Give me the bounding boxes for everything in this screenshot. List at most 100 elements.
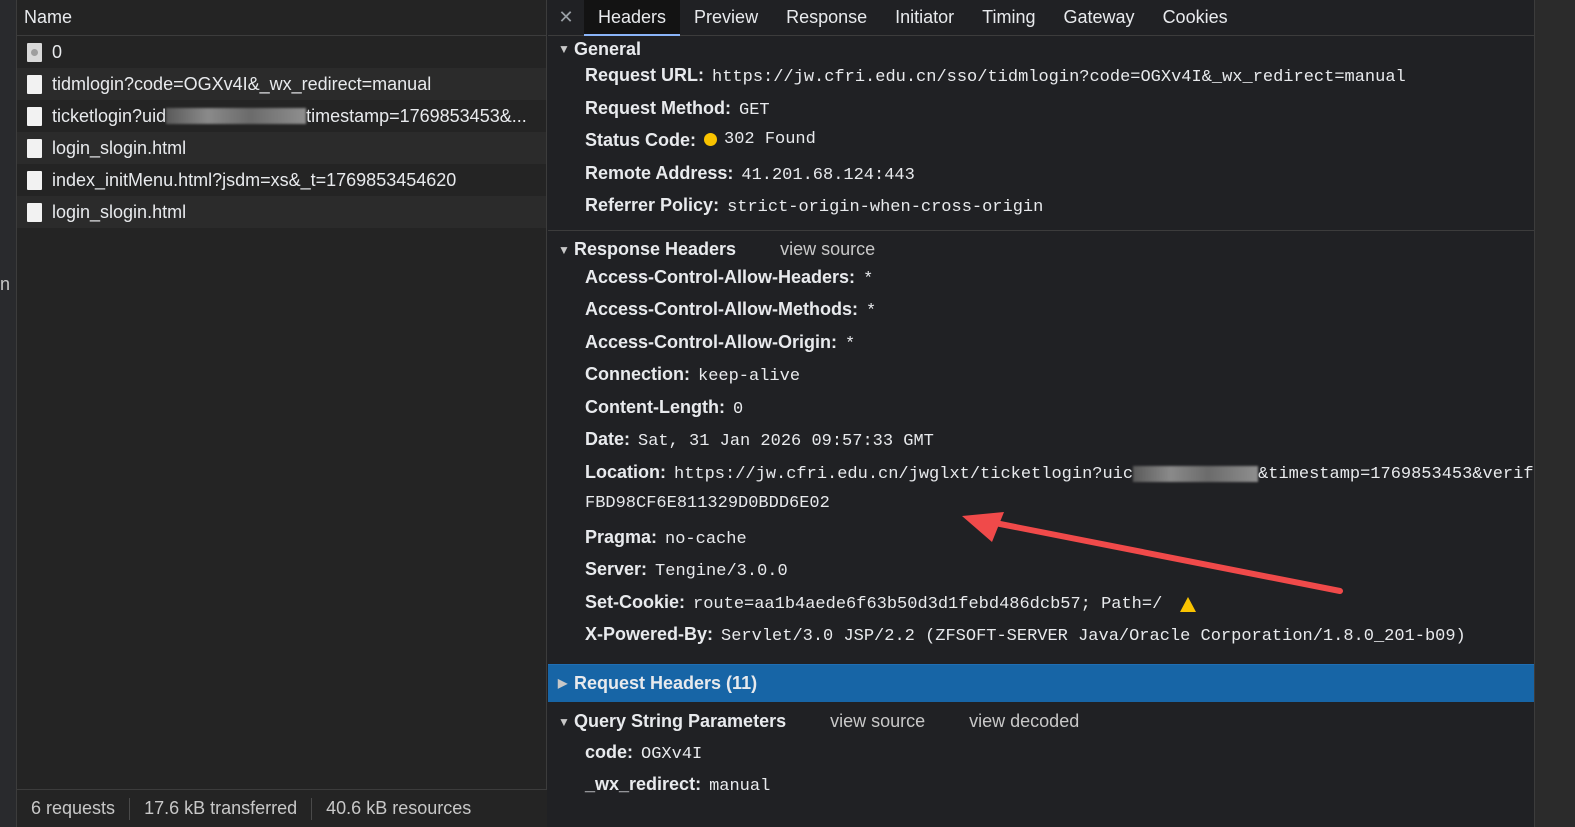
general-section-header[interactable]: ▼ General [548, 38, 1534, 60]
section-title: Request Headers (11) [574, 672, 758, 693]
header-value: strict-origin-when-cross-origin [727, 198, 1044, 217]
header-key: Remote Address: [585, 162, 734, 183]
document-file-icon [27, 106, 42, 126]
edge-char: n [0, 274, 11, 294]
resources-size: 40.6 kB resources [326, 798, 472, 818]
response-header-row: Access-Control-Allow-Methods: * [548, 299, 1534, 332]
right-scroll-strip [1534, 0, 1575, 827]
section-divider [548, 229, 1534, 231]
header-value: https://jw.cfri.edu.cn/sso/tidmlogin?cod… [712, 68, 1406, 87]
response-header-row: Date: Sat, 31 Jan 2026 09:57:33 GMT [548, 429, 1534, 462]
header-key: X-Powered-By: [585, 624, 714, 644]
response-header-row: Access-Control-Allow-Headers: * [548, 267, 1534, 300]
header-key: Connection: [585, 364, 690, 384]
location-header-row: Location: https://jw.cfri.edu.cn/jwglxt/… [548, 462, 1534, 495]
response-header-row: Set-Cookie: route=aa1b4aede6f63b50d3d1fe… [548, 592, 1534, 625]
response-header-row: Server: Tengine/3.0.0 [548, 559, 1534, 592]
view-source-link[interactable]: view source [830, 711, 925, 732]
request-name: tidmlogin?code=OGXv4I&_wx_redirect=manua… [52, 73, 432, 94]
left-edge-strip: n [0, 0, 17, 827]
triangle-down-icon: ▼ [558, 714, 570, 729]
header-key: Content-Length: [585, 396, 725, 417]
header-key: Request Method: [585, 97, 731, 118]
details-tab-bar: ✕ Headers Preview Response Initiator Tim… [548, 0, 1534, 36]
redacted-region [166, 108, 307, 124]
request-url-row: Request URL: https://jw.cfri.edu.cn/sso/… [548, 65, 1534, 98]
header-value: route=aa1b4aede6f63b50d3d1febd486dcb57; … [693, 595, 1197, 614]
header-value: 41.201.68.124:443 [741, 165, 915, 185]
request-list-panel: Name 0 tidmlogin?code=OGXv4I&_wx_redirec… [17, 0, 547, 827]
header-value: * [863, 269, 874, 289]
response-header-row: Connection: keep-alive [548, 364, 1534, 397]
request-row[interactable]: index_initMenu.html?jsdm=xs&_t=176985345… [17, 164, 546, 196]
response-header-row: Content-Length: 0 [548, 397, 1534, 430]
name-column-header[interactable]: Name [17, 0, 546, 36]
header-value: Servlet/3.0 JSP/2.2 (ZFSOFT-SERVER Java/… [721, 627, 1466, 646]
tab-initiator[interactable]: Initiator [881, 0, 968, 36]
request-row[interactable]: tidmlogin?code=OGXv4I&_wx_redirect=manua… [17, 68, 546, 100]
header-value: GET [739, 100, 770, 120]
header-key: Location: [585, 461, 666, 482]
header-key: Pragma: [585, 526, 658, 547]
header-value-continuation: FBD98CF6E811329D0BDD6E02 [585, 494, 830, 513]
request-row[interactable]: 0 [17, 36, 546, 68]
section-title: General [574, 38, 642, 59]
header-key: Access-Control-Allow-Origin: [585, 331, 838, 352]
header-key: Referrer Policy: [585, 195, 720, 215]
header-value: 302 Found [704, 130, 816, 149]
response-header-row: X-Powered-By: Servlet/3.0 JSP/2.2 (ZFSOF… [548, 624, 1534, 657]
header-value: 0 [732, 399, 744, 419]
header-value: * [845, 334, 856, 354]
response-header-row: Access-Control-Allow-Origin: * [548, 332, 1534, 365]
tab-cookies[interactable]: Cookies [1149, 0, 1242, 36]
tab-timing[interactable]: Timing [968, 0, 1049, 36]
header-value: https://jw.cfri.edu.cn/jwglxt/ticketlogi… [674, 465, 1534, 484]
header-value: no-cache [665, 529, 747, 549]
query-string-section: ▼ Query String Parameters view source vi… [548, 702, 1534, 807]
param-key: code: [585, 741, 634, 762]
header-key: Set-Cookie: [585, 591, 686, 612]
response-header-row: Pragma: no-cache [548, 527, 1534, 560]
request-method-row: Request Method: GET [548, 98, 1534, 131]
header-key: Request URL: [585, 65, 705, 85]
request-name: ticketlogin?uid timestamp=1769853453&... [52, 106, 527, 127]
header-value: Tengine/3.0.0 [655, 562, 788, 581]
section-title: Query String Parameters [574, 711, 787, 731]
request-details-panel: ✕ Headers Preview Response Initiator Tim… [548, 0, 1534, 827]
status-code-row: Status Code: 302 Found [548, 130, 1534, 163]
view-decoded-link[interactable]: view decoded [969, 711, 1079, 732]
view-source-link[interactable]: view source [780, 239, 875, 260]
triangle-down-icon: ▼ [558, 242, 570, 257]
param-value: OGXv4I [641, 744, 703, 764]
header-key: Status Code: [585, 130, 697, 150]
request-row[interactable]: login_slogin.html [17, 196, 546, 228]
response-headers-header[interactable]: ▼ Response Headers view source [548, 237, 1534, 263]
tab-headers[interactable]: Headers [584, 0, 681, 36]
request-row[interactable]: login_slogin.html [17, 132, 546, 164]
response-headers-section: ▼ Response Headers view source Access-Co… [548, 237, 1534, 657]
tab-preview[interactable]: Preview [680, 0, 772, 36]
close-icon[interactable]: ✕ [548, 7, 584, 28]
triangle-down-icon: ▼ [558, 42, 570, 56]
request-headers-header[interactable]: ▶ Request Headers (11) [548, 663, 1534, 702]
redacted-region [1133, 466, 1259, 482]
tab-response[interactable]: Response [772, 0, 881, 36]
warning-icon[interactable] [1180, 596, 1197, 612]
header-value: keep-alive [698, 367, 801, 386]
request-row[interactable]: ticketlogin?uid timestamp=1769853453&... [17, 100, 546, 132]
query-string-header[interactable]: ▼ Query String Parameters view source vi… [548, 702, 1534, 742]
status-dot-icon [704, 133, 718, 146]
document-file-icon [27, 170, 42, 190]
request-count: 6 requests [31, 798, 116, 818]
param-value: manual [709, 777, 771, 796]
document-file-icon [27, 202, 42, 222]
request-name: login_slogin.html [52, 201, 187, 222]
transferred-size: 17.6 kB transferred [144, 798, 298, 818]
remote-address-row: Remote Address: 41.201.68.124:443 [548, 163, 1534, 196]
tab-gateway[interactable]: Gateway [1050, 0, 1149, 36]
image-file-icon [27, 42, 42, 62]
request-name: 0 [52, 41, 63, 62]
request-name-suffix: timestamp=1769853453&... [306, 105, 527, 126]
document-file-icon [27, 138, 42, 158]
location-suffix: &timestamp=1769853453&verify=9 [1258, 464, 1534, 484]
